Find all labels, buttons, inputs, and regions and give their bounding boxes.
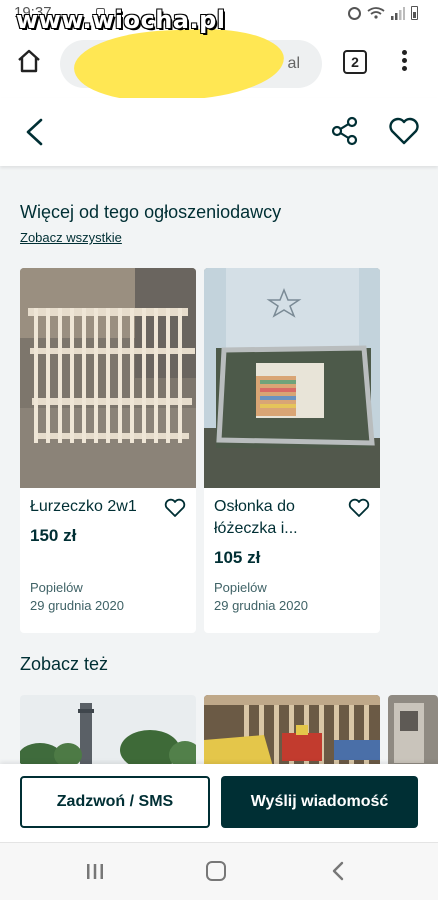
back-arrow-icon[interactable] bbox=[20, 116, 50, 148]
share-icon[interactable] bbox=[330, 116, 360, 146]
see-also-photo-tower[interactable] bbox=[20, 695, 196, 770]
listing-photo-bumper bbox=[204, 268, 380, 488]
alarm-icon bbox=[348, 6, 361, 20]
listing-price: 150 zł bbox=[30, 526, 77, 545]
listing-location: Popielów bbox=[214, 580, 267, 595]
status-icons bbox=[348, 6, 418, 20]
see-also-photo-partial[interactable] bbox=[388, 695, 438, 770]
listing-card[interactable]: Łurzeczko 2w1 150 zł Popielów 29 grudnia… bbox=[20, 268, 196, 633]
heart-icon[interactable] bbox=[348, 498, 370, 518]
heart-icon[interactable] bbox=[388, 115, 420, 147]
listing-location: Popielów bbox=[30, 580, 83, 595]
listing-title: Osłonka do łóżeczka i... bbox=[214, 498, 298, 537]
system-nav-bar bbox=[0, 842, 438, 900]
listing-price: 105 zł bbox=[214, 548, 261, 567]
listing-title: Łurzeczko 2w1 bbox=[30, 498, 137, 515]
see-also-photo-toy[interactable] bbox=[204, 695, 380, 770]
tab-switcher-button[interactable]: 2 bbox=[343, 50, 367, 74]
listing-date: 29 grudnia 2020 bbox=[30, 598, 124, 613]
contact-action-bar: Zadzwoń / SMS Wyślij wiadomość bbox=[0, 764, 438, 842]
battery-icon bbox=[411, 6, 418, 20]
listing-card[interactable]: Osłonka do łóżeczka i... 105 zł Popielów… bbox=[204, 268, 380, 633]
section-title-more-from-seller: Więcej od tego ogłoszeniodawcy bbox=[20, 202, 282, 222]
listing-photo-crib bbox=[20, 268, 196, 488]
app-header bbox=[0, 98, 438, 166]
call-sms-button[interactable]: Zadzwoń / SMS bbox=[20, 776, 210, 828]
section-title-see-also: Zobacz też bbox=[20, 654, 109, 674]
see-all-link[interactable]: Zobacz wszystkie bbox=[20, 230, 122, 245]
home-icon[interactable] bbox=[16, 48, 42, 74]
signal-icon bbox=[391, 6, 405, 20]
wifi-icon bbox=[367, 7, 385, 19]
home-nav-icon[interactable] bbox=[206, 861, 226, 881]
send-message-button[interactable]: Wyślij wiadomość bbox=[221, 776, 418, 828]
back-nav-icon[interactable] bbox=[330, 861, 346, 881]
recent-apps-icon[interactable] bbox=[86, 863, 104, 880]
more-vert-icon[interactable] bbox=[397, 48, 411, 76]
url-text: al bbox=[287, 55, 300, 72]
watermark: www.wiocha.pl bbox=[16, 6, 226, 34]
listing-date: 29 grudnia 2020 bbox=[214, 598, 308, 613]
heart-icon[interactable] bbox=[164, 498, 186, 518]
